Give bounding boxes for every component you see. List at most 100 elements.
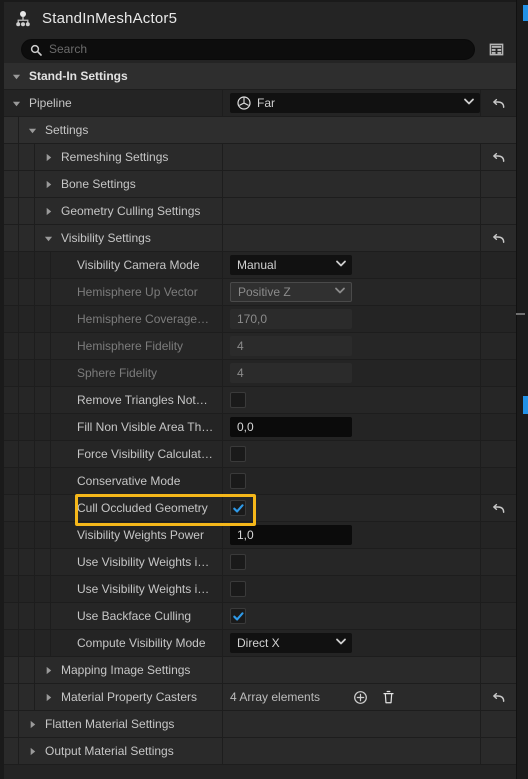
twisty-spacer bbox=[57, 279, 72, 305]
property-label: Visibility Camera Mode bbox=[77, 258, 200, 272]
property-name-cell: Mapping Image Settings bbox=[4, 657, 223, 683]
property-label: Use Visibility Weights i… bbox=[77, 555, 210, 569]
property-row-visibility-camera-mode[interactable]: Visibility Camera Mode Manual bbox=[4, 252, 516, 279]
checkbox-use-visibility-weights-i-2[interactable] bbox=[230, 581, 246, 597]
property-row-sphere-fidelity[interactable]: Sphere Fidelity 4 bbox=[4, 360, 516, 387]
twisty-right-icon[interactable] bbox=[25, 711, 40, 737]
checkbox-cull-occluded-geometry[interactable] bbox=[230, 500, 246, 516]
checkbox-use-backface-culling[interactable] bbox=[230, 608, 246, 624]
adjacent-panel-marker bbox=[516, 313, 525, 315]
number-input-hemisphere-fidelity[interactable]: 4 bbox=[230, 336, 352, 356]
dropdown-compute-visibility-mode[interactable]: Direct X bbox=[230, 633, 352, 653]
twisty-right-icon[interactable] bbox=[41, 198, 56, 224]
property-row-output-material-settings[interactable]: Output Material Settings bbox=[4, 738, 516, 765]
number-input-fill-non-visible-area-th[interactable]: 0,0 bbox=[230, 417, 352, 437]
reset-cell bbox=[480, 630, 516, 656]
reset-cell bbox=[480, 225, 516, 251]
twisty-down-icon[interactable] bbox=[9, 63, 24, 89]
twisty-spacer bbox=[57, 441, 72, 467]
property-name-cell: Visibility Settings bbox=[4, 225, 223, 251]
twisty-right-icon[interactable] bbox=[41, 657, 56, 683]
property-row-flatten-material-settings[interactable]: Flatten Material Settings bbox=[4, 711, 516, 738]
checkbox-force-visibility-calculat[interactable] bbox=[230, 446, 246, 462]
property-value-cell bbox=[223, 738, 480, 764]
property-row-use-backface-culling[interactable]: Use Backface Culling bbox=[4, 603, 516, 630]
property-label: Visibility Weights Power bbox=[77, 528, 204, 542]
property-name-cell: Visibility Camera Mode bbox=[4, 252, 223, 278]
property-row-visibility-weights-power[interactable]: Visibility Weights Power 1,0 bbox=[4, 522, 516, 549]
chevron-down-icon bbox=[335, 256, 347, 274]
property-row-use-visibility-weights-i-2[interactable]: Use Visibility Weights i… bbox=[4, 576, 516, 603]
plus-circle-icon[interactable] bbox=[352, 689, 368, 705]
property-row-remove-triangles-not[interactable]: Remove Triangles Not… bbox=[4, 387, 516, 414]
dropdown-visibility-camera-mode[interactable]: Manual bbox=[230, 255, 352, 275]
property-row-material-property-casters[interactable]: Material Property Casters 4 Array element… bbox=[4, 684, 516, 711]
twisty-right-icon[interactable] bbox=[25, 738, 40, 764]
trash-icon[interactable] bbox=[380, 689, 396, 705]
reset-to-default-icon[interactable] bbox=[491, 149, 507, 165]
property-row-mapping-image-settings[interactable]: Mapping Image Settings bbox=[4, 657, 516, 684]
number-input-sphere-fidelity[interactable]: 4 bbox=[230, 363, 352, 383]
property-row-fill-non-visible-area-th[interactable]: Fill Non Visible Area Th… 0,0 bbox=[4, 414, 516, 441]
checkbox-conservative-mode[interactable] bbox=[230, 473, 246, 489]
empty-space bbox=[4, 765, 516, 779]
twisty-down-icon[interactable] bbox=[41, 225, 56, 251]
twisty-right-icon[interactable] bbox=[41, 171, 56, 197]
property-editor-window: StandInMeshActor5 Search Stand-In Settin… bbox=[0, 0, 528, 779]
property-row-hemisphere-fidelity[interactable]: Hemisphere Fidelity 4 bbox=[4, 333, 516, 360]
checkbox-use-visibility-weights-i-1[interactable] bbox=[230, 554, 246, 570]
chevron-down-icon bbox=[335, 634, 347, 652]
search-input[interactable]: Search bbox=[21, 38, 475, 60]
twisty-right-icon[interactable] bbox=[41, 684, 56, 710]
property-row-use-visibility-weights-i-1[interactable]: Use Visibility Weights i… bbox=[4, 549, 516, 576]
number-input-hemisphere-coverage[interactable]: 170,0 bbox=[230, 309, 352, 329]
property-row-remeshing-settings[interactable]: Remeshing Settings bbox=[4, 144, 516, 171]
property-row-pipeline[interactable]: Pipeline Far bbox=[4, 90, 516, 117]
property-value-cell bbox=[223, 576, 480, 602]
property-name-cell: Hemisphere Fidelity bbox=[4, 333, 223, 359]
property-row-geometry-culling-settings[interactable]: Geometry Culling Settings bbox=[4, 198, 516, 225]
property-row-visibility-settings[interactable]: Visibility Settings bbox=[4, 225, 516, 252]
reset-cell bbox=[480, 306, 516, 332]
property-row-bone-settings[interactable]: Bone Settings bbox=[4, 171, 516, 198]
details-panel: StandInMeshActor5 Search Stand-In Settin… bbox=[0, 0, 516, 779]
twisty-spacer bbox=[57, 414, 72, 440]
property-name-cell: Visibility Weights Power bbox=[4, 522, 223, 548]
property-row-settings[interactable]: Settings bbox=[4, 117, 516, 144]
property-value-cell: 170,0 bbox=[223, 306, 480, 332]
dropdown-pipeline[interactable]: Far bbox=[230, 93, 480, 113]
twisty-down-icon[interactable] bbox=[25, 117, 40, 143]
reset-to-default-icon[interactable] bbox=[491, 95, 507, 111]
property-label: Hemisphere Coverage… bbox=[77, 312, 210, 326]
property-label: Geometry Culling Settings bbox=[61, 204, 201, 218]
property-label: Use Backface Culling bbox=[77, 609, 192, 623]
property-label: Mapping Image Settings bbox=[61, 663, 191, 677]
dropdown-value: Positive Z bbox=[238, 285, 291, 299]
search-icon bbox=[30, 43, 42, 56]
property-row-hemisphere-up-vector[interactable]: Hemisphere Up Vector Positive Z bbox=[4, 279, 516, 306]
reset-cell bbox=[480, 333, 516, 359]
reset-to-default-icon[interactable] bbox=[491, 500, 507, 516]
number-input-visibility-weights-power[interactable]: 1,0 bbox=[230, 525, 352, 545]
property-name-cell: Remeshing Settings bbox=[4, 144, 223, 170]
property-value-cell: 4 bbox=[223, 333, 480, 359]
property-row-conservative-mode[interactable]: Conservative Mode bbox=[4, 468, 516, 495]
checkbox-remove-triangles-not[interactable] bbox=[230, 392, 246, 408]
reset-cell bbox=[480, 549, 516, 575]
property-row-compute-visibility-mode[interactable]: Compute Visibility Mode Direct X bbox=[4, 630, 516, 657]
table-grid-icon[interactable] bbox=[485, 39, 507, 60]
reset-cell bbox=[480, 387, 516, 413]
property-row-force-visibility-calculat[interactable]: Force Visibility Calculat… bbox=[4, 441, 516, 468]
twisty-down-icon[interactable] bbox=[9, 90, 24, 116]
property-name-cell: Settings bbox=[4, 117, 516, 143]
reset-to-default-icon[interactable] bbox=[491, 689, 507, 705]
property-row-hemisphere-coverage[interactable]: Hemisphere Coverage… 170,0 bbox=[4, 306, 516, 333]
property-row-cull-occluded-geometry[interactable]: Cull Occluded Geometry bbox=[4, 495, 516, 522]
property-row-stand-in-settings[interactable]: Stand-In Settings bbox=[4, 63, 516, 90]
dropdown-hemisphere-up-vector[interactable]: Positive Z bbox=[230, 282, 352, 302]
property-label: Fill Non Visible Area Th… bbox=[77, 420, 214, 434]
reset-to-default-icon[interactable] bbox=[491, 230, 507, 246]
property-name-cell: Conservative Mode bbox=[4, 468, 223, 494]
twisty-right-icon[interactable] bbox=[41, 144, 56, 170]
reset-cell bbox=[480, 252, 516, 278]
